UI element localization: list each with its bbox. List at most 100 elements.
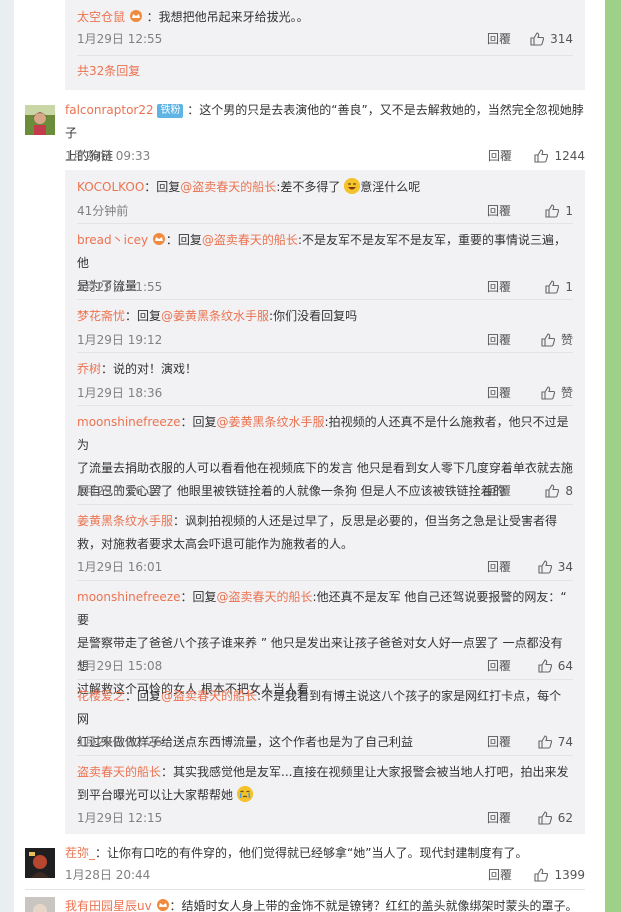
- reply-username[interactable]: KOCOLKOO: [77, 180, 144, 194]
- right-background: [605, 0, 621, 912]
- fan-badge: 铁粉: [157, 104, 184, 118]
- reply-item: moonshinefreeze：回复@姜黄黑条纹水手服:拍视频的人还真不是什么施…: [77, 411, 573, 503]
- thumbs-up-icon: [538, 560, 552, 574]
- comment-username[interactable]: 茬弥_: [65, 846, 95, 860]
- reply-username[interactable]: 太空仓鼠: [77, 10, 125, 24]
- mention-link[interactable]: @盗卖春天的船长: [161, 689, 257, 703]
- thumbs-up-icon: [545, 204, 560, 218]
- reply-button[interactable]: 回覆: [487, 481, 511, 501]
- reply-item: bread丶icey ：回复@盗卖春天的船长:不是友军不是友军不是友军，重要的事…: [77, 229, 573, 298]
- like-button[interactable]: 赞: [541, 383, 573, 403]
- divider: [25, 889, 585, 890]
- reply-text-after: 意淫什么呢: [360, 180, 421, 194]
- like-count: 赞: [560, 333, 573, 347]
- like-button[interactable]: 62: [538, 808, 573, 828]
- reply-prefix: ：回复: [180, 590, 217, 604]
- reply-text-cont: 到平台曝光可以让大家帮帮她: [77, 788, 234, 802]
- comment-text: ：结婚时女人身上带的金饰不就是镣铐？红红的盖头就像绑架时蒙头的罩子。: [169, 899, 578, 912]
- crown-badge-icon: [129, 10, 142, 22]
- reply-meta: 1月29日 12:15 回覆 62: [77, 808, 573, 828]
- comment-item: 茬弥_：让你有口吃的有件穿的，他们觉得就已经够拿“她”当人了。现代封建制度有了。: [65, 842, 595, 865]
- mention-link[interactable]: @盗卖春天的船长: [202, 233, 298, 247]
- divider: [77, 755, 573, 756]
- divider: [77, 679, 573, 680]
- reply-text: ：其实我感觉他是友军...直接在视频里让大家报警会被当地人打吧，拍出来发: [161, 765, 569, 779]
- divider: [77, 405, 573, 406]
- reply-button[interactable]: 回覆: [488, 865, 512, 885]
- thumbs-up-icon: [534, 868, 549, 882]
- reply-time: 1月29日 21:55: [77, 280, 163, 294]
- reply-username[interactable]: 姜黄黑条纹水手服: [77, 514, 173, 528]
- grin-emoji-icon: [344, 178, 361, 194]
- mention-link[interactable]: @姜黄黑条纹水手服: [217, 415, 325, 429]
- divider: [77, 504, 573, 505]
- reply-button[interactable]: 回覆: [488, 146, 512, 166]
- reply-button[interactable]: 回覆: [487, 277, 511, 297]
- reply-item: 姜黄黑条纹水手服：讽刺拍视频的人还是过早了，反思是必要的，但当务之急是让受害者得…: [77, 510, 573, 574]
- reply-username[interactable]: 花楼爱之: [77, 689, 125, 703]
- reply-time: 1月29日 12:26: [77, 735, 163, 749]
- like-button[interactable]: 74: [538, 732, 573, 752]
- reply-meta: 1月29日 21:55 回覆 1: [77, 277, 573, 297]
- comment-meta: 1月28日 20:44 回覆 1399: [65, 865, 585, 885]
- like-count: 64: [557, 659, 573, 673]
- more-replies: 共32条回复: [77, 62, 573, 79]
- thumbs-up-icon: [545, 484, 560, 498]
- like-button[interactable]: 1: [545, 201, 573, 221]
- like-button[interactable]: 314: [530, 29, 573, 49]
- like-count: 1399: [554, 868, 585, 882]
- like-count: 74: [557, 735, 573, 749]
- reply-username[interactable]: 梦花斋忧: [77, 309, 125, 323]
- like-button[interactable]: 8: [545, 481, 573, 501]
- reply-username[interactable]: moonshinefreeze: [77, 415, 181, 429]
- like-button[interactable]: 赞: [541, 330, 573, 350]
- like-count: 1244: [554, 149, 585, 163]
- like-button[interactable]: 1244: [534, 146, 585, 166]
- thumbs-up-icon: [538, 811, 552, 825]
- reply-text: :你们没看回复吗: [269, 309, 358, 323]
- comment-username[interactable]: falconraptor22: [65, 103, 154, 117]
- crying-emoji-icon: [236, 786, 253, 802]
- reply-button[interactable]: 回覆: [487, 732, 511, 752]
- reply-username[interactable]: 盗卖春天的船长: [77, 765, 161, 779]
- like-button[interactable]: 64: [538, 656, 573, 676]
- avatar[interactable]: [25, 848, 55, 878]
- more-replies-link[interactable]: 共32条回复: [77, 64, 140, 78]
- mention-link[interactable]: @姜黄黑条纹水手服: [161, 309, 269, 323]
- reply-button[interactable]: 回覆: [487, 29, 511, 49]
- reply-username[interactable]: 乔树: [77, 362, 101, 376]
- reply-text: ：说的对！演戏！: [101, 362, 198, 376]
- mention-link[interactable]: @盗卖春天的船长: [180, 180, 276, 194]
- reply-button[interactable]: 回覆: [487, 383, 511, 403]
- comment-username[interactable]: 我有田园星辰uv: [65, 899, 152, 912]
- avatar[interactable]: [25, 105, 55, 135]
- reply-block-prev: 太空仓鼠 ：我想把他吊起来牙给拔光。。 1月29日 12:55 回覆 314 共…: [65, 0, 585, 90]
- like-button[interactable]: 1399: [534, 865, 585, 885]
- reply-time: 1月29日 16:17: [77, 484, 163, 498]
- reply-prefix: ：回复: [125, 309, 162, 323]
- divider: [77, 580, 573, 581]
- comment-time: 1月28日 20:44: [65, 868, 151, 882]
- comment-time: 1月29日 09:33: [65, 149, 151, 163]
- reply-prefix: ：回复: [125, 689, 162, 703]
- reply-prefix: ：回复: [165, 233, 202, 247]
- reply-meta: 1月29日 16:01 回覆 34: [77, 557, 573, 577]
- like-button[interactable]: 1: [545, 277, 573, 297]
- like-count: 1: [565, 204, 573, 218]
- reply-username[interactable]: moonshinefreeze: [77, 590, 181, 604]
- reply-button[interactable]: 回覆: [487, 808, 511, 828]
- reply-meta: 1月29日 19:12 回覆 赞: [77, 330, 573, 350]
- avatar[interactable]: [25, 897, 55, 912]
- reply-button[interactable]: 回覆: [487, 201, 511, 221]
- reply-button[interactable]: 回覆: [487, 557, 511, 577]
- mention-link[interactable]: @盗卖春天的船长: [217, 590, 313, 604]
- reply-item: KOCOLKOO：回复@盗卖春天的船长:差不多得了 意淫什么呢 41分钟前 回覆…: [77, 176, 573, 218]
- reply-button[interactable]: 回覆: [487, 656, 511, 676]
- like-button[interactable]: 34: [538, 557, 573, 577]
- reply-meta: 1月29日 12:55 回覆 314: [77, 29, 573, 49]
- reply-item: 太空仓鼠 ：我想把他吊起来牙给拔光。。 1月29日 12:55 回覆 314: [77, 6, 573, 46]
- reply-button[interactable]: 回覆: [487, 330, 511, 350]
- like-count: 8: [565, 484, 573, 498]
- reply-username[interactable]: bread丶icey: [77, 233, 148, 247]
- reply-meta: 41分钟前 回覆 1: [77, 201, 573, 221]
